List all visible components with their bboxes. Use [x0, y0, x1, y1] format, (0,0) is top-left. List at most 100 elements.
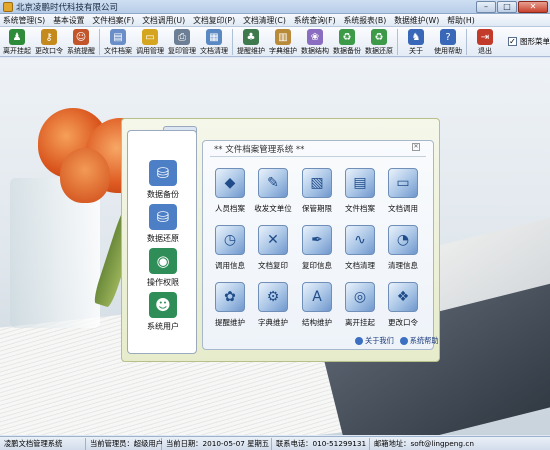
- menu-basic-settings[interactable]: 基本设置: [53, 15, 84, 26]
- grid-item-label: 结构维护: [302, 318, 332, 327]
- toolbar-help-button[interactable]: ? 使用帮助: [433, 27, 463, 57]
- grid-item-doc-borrow[interactable]: ▭ 文档调用: [381, 168, 425, 214]
- menu-data-maintenance[interactable]: 数据维护(W): [394, 15, 439, 26]
- maximize-button[interactable]: □: [497, 1, 517, 13]
- grid-item-label: 文档调用: [388, 204, 418, 213]
- menu-system-management[interactable]: 系统管理(S): [3, 15, 45, 26]
- grid-item-label: 字典维护: [258, 318, 288, 327]
- menu-doc-clean[interactable]: 文档清理(C): [243, 15, 286, 26]
- grid-item-clean-info[interactable]: ◔ 清理信息: [381, 225, 425, 271]
- about-us-link[interactable]: 关于我们: [355, 336, 394, 346]
- borrow-info-icon: ◷: [215, 225, 245, 255]
- toolbar-label: 数据结构: [301, 47, 329, 55]
- users-icon: ☺: [73, 29, 89, 45]
- toolbar-file-archive-button[interactable]: ▤ 文件档案: [103, 27, 133, 57]
- printer-icon: ⎙: [174, 29, 190, 45]
- grid-item-suspend[interactable]: ◎ 离开挂起: [338, 282, 382, 328]
- doc-clean-icon: ∿: [345, 225, 375, 255]
- toolbar-suspend-button[interactable]: ♟ 离开挂起: [2, 27, 32, 57]
- left-item-label: 系统用户: [147, 322, 179, 331]
- panel-footer: 关于我们 系统帮助: [349, 336, 439, 346]
- window-title: 北京凌鹏时代科技有限公司: [16, 2, 119, 13]
- left-item-system-user[interactable]: ☻ 系统用户: [128, 292, 198, 332]
- grid-item-dictionary-maint[interactable]: ⚙ 字典维护: [251, 282, 295, 328]
- menu-doc-borrow[interactable]: 文档调用(U): [142, 15, 185, 26]
- panel-close-icon[interactable]: ✕: [412, 143, 420, 151]
- toolbar-structure-button[interactable]: ❀ 数据结构: [300, 27, 330, 57]
- folder-icon: ▭: [142, 29, 158, 45]
- menu-system-report[interactable]: 系统报表(B): [344, 15, 387, 26]
- grid-item-label: 清理信息: [388, 261, 418, 270]
- about-icon: [355, 337, 363, 345]
- grid-item-reminder-maint[interactable]: ✿ 提醒维护: [208, 282, 252, 328]
- toolbar-separator: [466, 29, 467, 55]
- backup-icon: ♻: [339, 29, 355, 45]
- toolbar-label: 提醒维护: [237, 47, 265, 55]
- toolbar-label: 文件档案: [104, 47, 132, 55]
- toolbar-separator: [232, 29, 233, 55]
- toolbar-exit-button[interactable]: ⇥ 退出: [470, 27, 500, 57]
- minimize-button[interactable]: –: [476, 1, 496, 13]
- restore-icon: ⛁: [149, 204, 177, 230]
- suspend-icon: ◎: [345, 282, 375, 312]
- personnel-icon: ◆: [215, 168, 245, 198]
- close-button[interactable]: ✕: [518, 1, 548, 13]
- checkbox-box[interactable]: ✓: [508, 37, 517, 46]
- left-item-label: 操作权限: [147, 278, 179, 287]
- grid-item-doc-copy[interactable]: ✕ 文档复印: [251, 225, 295, 271]
- toolbar-backup-button[interactable]: ♻ 数据备份: [332, 27, 362, 57]
- status-date: 当前日期：2010-05-07 星期五: [162, 437, 272, 450]
- change-password-icon: ❖: [388, 282, 418, 312]
- system-user-icon: ☻: [149, 292, 177, 318]
- grid-item-label: 文件档案: [345, 204, 375, 213]
- about-icon: ♞: [408, 29, 424, 45]
- copy-info-icon: ✒: [302, 225, 332, 255]
- status-phone: 联系电话：010-51299131: [272, 437, 370, 450]
- toolbar-restore-button[interactable]: ♻ 数据还原: [364, 27, 394, 57]
- menu-doc-copy[interactable]: 文档复印(P): [193, 15, 235, 26]
- grid-item-dispatch-unit[interactable]: ✎ 收发文单位: [251, 168, 295, 214]
- toolbar-reminder-button[interactable]: ☺ 系统提醒: [66, 27, 96, 57]
- help-icon: ?: [440, 29, 456, 45]
- help-icon: [399, 337, 408, 345]
- grid-item-file-archive[interactable]: ▤ 文件档案: [338, 168, 382, 214]
- toolbar-label: 数据备份: [333, 47, 361, 55]
- grid-item-label: 调用信息: [215, 261, 245, 270]
- toolbar-clean-button[interactable]: ▦ 文档清理: [199, 27, 229, 57]
- grid-item-label: 人员档案: [215, 204, 245, 213]
- grid-item-doc-clean[interactable]: ∿ 文档清理: [338, 225, 382, 271]
- toolbar-about-button[interactable]: ♞ 关于: [401, 27, 431, 57]
- structure-icon: ❀: [307, 29, 323, 45]
- graphic-menu-checkbox[interactable]: ✓ 图形菜单: [508, 36, 550, 47]
- dictionary-icon: ▥: [275, 29, 291, 45]
- user-leave-icon: ♟: [9, 29, 25, 45]
- grid-item-copy-info[interactable]: ✒ 复印信息: [295, 225, 339, 271]
- grid-item-retention[interactable]: ▧ 保管期限: [295, 168, 339, 214]
- grid-item-label: 文档清理: [345, 261, 375, 270]
- grid-item-change-password[interactable]: ❖ 更改口令: [381, 282, 425, 328]
- toolbar-dictionary-button[interactable]: ▥ 字典维护: [268, 27, 298, 57]
- menu-file-archive[interactable]: 文件档案(F): [92, 15, 134, 26]
- toolbar-label: 系统提醒: [67, 47, 95, 55]
- system-help-link[interactable]: 系统帮助: [399, 336, 439, 346]
- grid-item-borrow-info[interactable]: ◷ 调用信息: [208, 225, 252, 271]
- left-item-backup[interactable]: ⛁ 数据备份: [128, 160, 198, 200]
- grid-item-label: 复印信息: [302, 261, 332, 270]
- toolbar-label: 更改口令: [35, 47, 63, 55]
- retention-icon: ▧: [302, 168, 332, 198]
- key-icon: ⚷: [41, 29, 57, 45]
- toolbar: ♟ 离开挂起 ⚷ 更改口令 ☺ 系统提醒 ▤ 文件档案 ▭ 调用管理 ⎙ 复印管…: [0, 27, 550, 57]
- toolbar-reminder-maint-button[interactable]: ♣ 提醒维护: [236, 27, 266, 57]
- left-item-permission[interactable]: ◉ 操作权限: [128, 248, 198, 288]
- toolbar-copy-button[interactable]: ⎙ 复印管理: [167, 27, 197, 57]
- toolbar-change-password-button[interactable]: ⚷ 更改口令: [34, 27, 64, 57]
- grid-item-personnel[interactable]: ◆ 人员档案: [208, 168, 252, 214]
- grid-item-label: 文档复印: [258, 261, 288, 270]
- menu-help[interactable]: 帮助(H): [447, 15, 475, 26]
- panel-divider: [210, 156, 426, 157]
- left-item-restore[interactable]: ⛁ 数据还原: [128, 204, 198, 244]
- grid-item-structure-maint[interactable]: A 结构维护: [295, 282, 339, 328]
- toolbar-borrow-button[interactable]: ▭ 调用管理: [135, 27, 165, 57]
- menu-system-query[interactable]: 系统查询(F): [294, 15, 336, 26]
- panel-title: ** 文件档案管理系统 **: [214, 145, 305, 155]
